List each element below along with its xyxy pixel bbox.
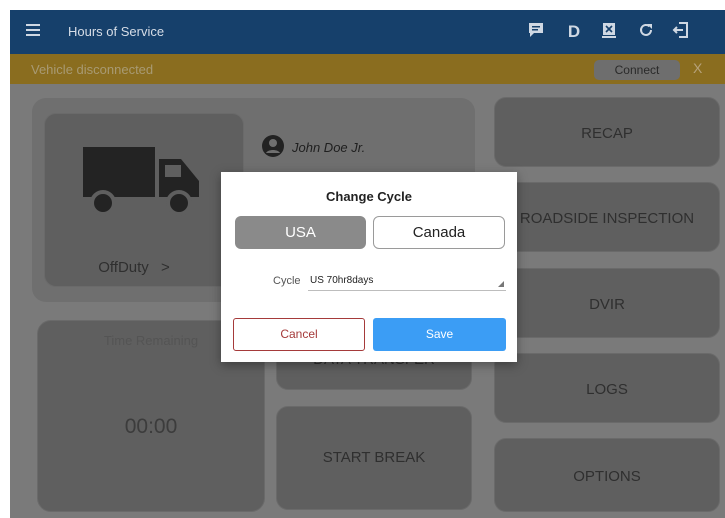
dvir-button[interactable]: DVIR xyxy=(494,268,720,338)
vehicle-status-bar: Vehicle disconnected Connect X xyxy=(10,54,725,84)
duty-status-tile[interactable]: OffDuty > xyxy=(44,113,244,287)
dvir-label: DVIR xyxy=(589,296,625,313)
logs-button[interactable]: LOGS xyxy=(494,353,720,423)
app-title: Hours of Service xyxy=(68,24,165,39)
logs-label: LOGS xyxy=(586,381,628,398)
duty-status-label: OffDuty xyxy=(98,259,149,276)
inspection-icon[interactable] xyxy=(598,21,620,43)
cycle-label: Cycle xyxy=(273,275,301,287)
dismiss-status-button[interactable]: X xyxy=(693,60,702,76)
vehicle-status-message: Vehicle disconnected xyxy=(31,62,154,77)
connect-button[interactable]: Connect xyxy=(594,60,680,80)
options-label: OPTIONS xyxy=(573,468,641,485)
message-icon[interactable] xyxy=(526,21,546,43)
change-cycle-dialog: Change Cycle USA Canada Cycle US 70hr8da… xyxy=(221,172,517,362)
app-bar: Hours of Service D xyxy=(10,10,725,54)
d-status-icon[interactable]: D xyxy=(564,21,584,43)
chevron-right-icon: > xyxy=(160,259,170,276)
save-button[interactable]: Save xyxy=(373,318,506,351)
roadside-inspection-label: ROADSIDE INSPECTION xyxy=(519,210,695,227)
driver-name: John Doe Jr. xyxy=(292,140,366,155)
recap-label: RECAP xyxy=(581,125,633,142)
cancel-button[interactable]: Cancel xyxy=(233,318,365,351)
cycle-select[interactable]: US 70hr8days xyxy=(308,269,506,291)
time-remaining-value: 00:00 xyxy=(124,415,178,438)
segment-usa[interactable]: USA xyxy=(235,216,366,249)
roadside-inspection-button[interactable]: ROADSIDE INSPECTION xyxy=(494,182,720,252)
recap-button[interactable]: RECAP xyxy=(494,97,720,167)
refresh-icon[interactable] xyxy=(635,21,657,43)
app-screen: Hours of Service D Vehicle disconnected … xyxy=(10,10,725,518)
dialog-title: Change Cycle xyxy=(326,189,412,204)
start-break-label: START BREAK xyxy=(322,449,426,466)
menu-icon[interactable] xyxy=(26,24,40,36)
logout-icon[interactable] xyxy=(670,21,692,43)
truck-icon xyxy=(83,147,201,224)
cycle-value: US 70hr8days xyxy=(310,275,374,286)
person-icon xyxy=(261,134,285,163)
options-button[interactable]: OPTIONS xyxy=(494,438,720,512)
segment-canada[interactable]: Canada xyxy=(373,216,505,249)
dropdown-caret-icon xyxy=(498,281,504,287)
start-break-button[interactable]: START BREAK xyxy=(276,406,472,510)
